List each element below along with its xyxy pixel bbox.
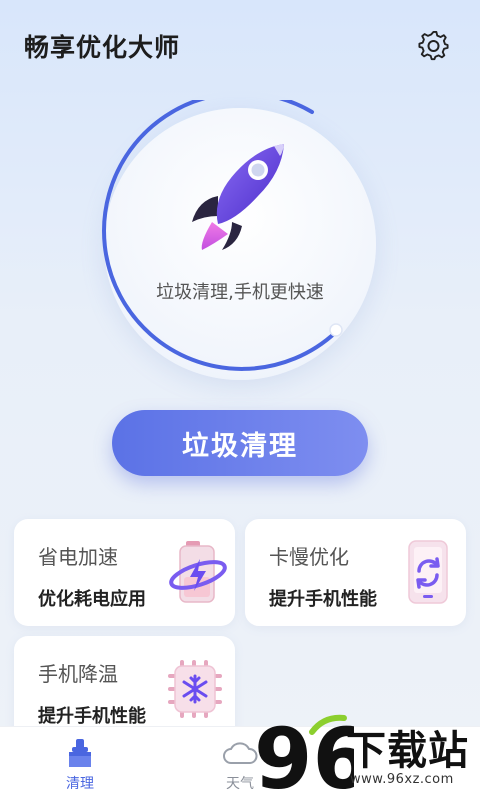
card-power-saving[interactable]: 省电加速 优化耗电应用 <box>14 519 235 626</box>
watermark-logo: 96 <box>254 712 354 798</box>
card-title: 省电加速 <box>38 545 118 569</box>
card-subtitle: 优化耗电应用 <box>38 589 146 610</box>
status-caption: 垃圾清理,手机更快速 <box>156 282 324 303</box>
battery-bolt-icon <box>169 541 227 603</box>
tab-clean[interactable]: 清理 <box>40 727 120 800</box>
phone-refresh-icon <box>408 540 448 604</box>
card-subtitle: 提升手机性能 <box>38 706 146 727</box>
header: 畅享优化大师 <box>0 0 480 90</box>
card-lag-optimize[interactable]: 卡慢优化 提升手机性能 <box>245 519 466 626</box>
watermark-number: 96 <box>254 712 354 798</box>
card-title: 手机降温 <box>38 662 118 686</box>
broom-icon <box>69 739 91 767</box>
rocket-icon <box>192 144 284 250</box>
card-subtitle: 提升手机性能 <box>269 589 377 610</box>
settings-button[interactable] <box>416 28 452 64</box>
junk-clean-button[interactable]: 垃圾清理 <box>112 410 368 476</box>
snowflake-chip-icon <box>168 660 222 718</box>
card-title: 卡慢优化 <box>269 545 349 569</box>
clean-status-panel: 垃圾清理,手机更快速 <box>96 100 384 388</box>
cloud-icon <box>223 742 258 764</box>
tab-label: 清理 <box>66 776 94 792</box>
watermark-text: 下载站 <box>346 728 469 774</box>
gear-icon <box>418 30 449 61</box>
app-title: 畅享优化大师 <box>24 33 181 62</box>
watermark-url: www.96xz.com <box>350 772 454 787</box>
